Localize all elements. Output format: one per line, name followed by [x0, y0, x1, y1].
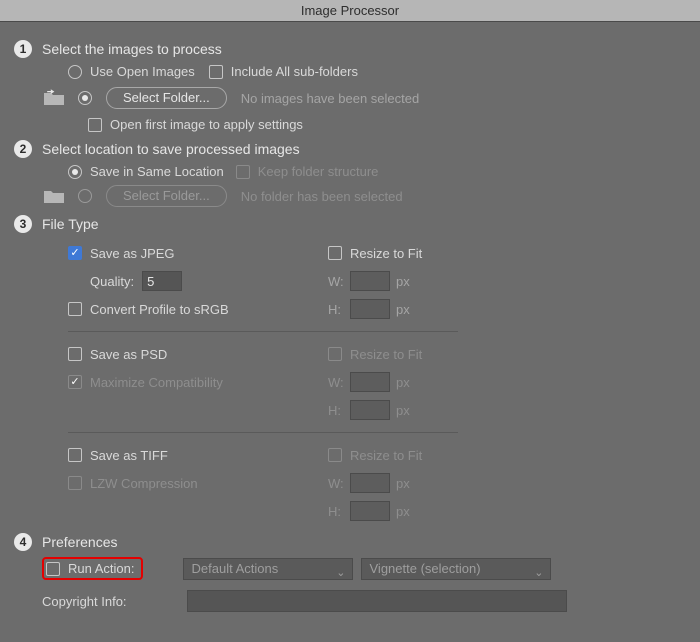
section2-title: Select location to save processed images	[42, 141, 300, 157]
jpeg-w-px: px	[396, 274, 410, 289]
chevron-down-icon: ⌄	[534, 563, 543, 583]
chevron-down-icon: ⌄	[336, 563, 345, 583]
tiff-h-px: px	[396, 504, 410, 519]
tiff-resize-check	[328, 448, 342, 462]
save-same-radio[interactable]	[68, 165, 82, 179]
open-first-label: Open first image to apply settings	[110, 117, 303, 132]
section-select-images: 1 Select the images to process Use Open …	[14, 40, 686, 132]
save-folder-button: Select Folder...	[106, 185, 227, 207]
tiff-resize-label: Resize to Fit	[350, 448, 422, 463]
run-action-check[interactable]	[46, 562, 60, 576]
jpeg-w-input	[350, 271, 390, 291]
folder-import-icon	[42, 89, 66, 107]
section-preferences: 4 Preferences Run Action: Default Action…	[14, 533, 686, 612]
jpeg-h-input	[350, 299, 390, 319]
psd-w-px: px	[396, 375, 410, 390]
save-psd-check[interactable]	[68, 347, 82, 361]
divider	[68, 432, 458, 433]
step-badge-1: 1	[14, 40, 32, 58]
save-psd-label: Save as PSD	[90, 347, 167, 362]
quality-label: Quality:	[90, 274, 134, 289]
psd-resize-label: Resize to Fit	[350, 347, 422, 362]
maxcompat-label: Maximize Compatibility	[90, 375, 223, 390]
psd-resize-check	[328, 347, 342, 361]
maxcompat-check	[68, 375, 82, 389]
psd-w-label: W:	[328, 375, 350, 390]
section1-title: Select the images to process	[42, 41, 222, 57]
tiff-h-input	[350, 501, 390, 521]
open-first-check[interactable]	[88, 118, 102, 132]
tiff-w-label: W:	[328, 476, 350, 491]
keep-struct-check	[236, 165, 250, 179]
tiff-w-input	[350, 473, 390, 493]
divider	[68, 331, 458, 332]
lzw-check	[68, 476, 82, 490]
quality-input[interactable]	[142, 271, 182, 291]
action-select[interactable]: Vignette (selection) ⌄	[361, 558, 551, 580]
jpeg-h-label: H:	[328, 302, 350, 317]
no-images-text: No images have been selected	[241, 91, 420, 106]
jpeg-resize-check[interactable]	[328, 246, 342, 260]
use-open-images-label: Use Open Images	[90, 64, 195, 79]
select-folder-button[interactable]: Select Folder...	[106, 87, 227, 109]
jpeg-h-px: px	[396, 302, 410, 317]
window-title: Image Processor	[0, 0, 700, 22]
save-tiff-label: Save as TIFF	[90, 448, 168, 463]
include-subfolders-check[interactable]	[209, 65, 223, 79]
action-set-value: Default Actions	[192, 561, 279, 576]
step-badge-3: 3	[14, 215, 32, 233]
use-open-images-radio[interactable]	[68, 65, 82, 79]
save-folder-radio[interactable]	[78, 189, 92, 203]
section4-title: Preferences	[42, 534, 117, 550]
section-save-location: 2 Select location to save processed imag…	[14, 140, 686, 207]
step-badge-4: 4	[14, 533, 32, 551]
save-tiff-check[interactable]	[68, 448, 82, 462]
select-folder-radio[interactable]	[78, 91, 92, 105]
section3-title: File Type	[42, 216, 99, 232]
psd-h-input	[350, 400, 390, 420]
lzw-label: LZW Compression	[90, 476, 198, 491]
tiff-w-px: px	[396, 476, 410, 491]
section-file-type: 3 File Type Save as JPEG Quality: Conver…	[14, 215, 686, 525]
action-set-select[interactable]: Default Actions ⌄	[183, 558, 353, 580]
srgb-check[interactable]	[68, 302, 82, 316]
srgb-label: Convert Profile to sRGB	[90, 302, 229, 317]
action-value: Vignette (selection)	[370, 561, 481, 576]
save-jpeg-label: Save as JPEG	[90, 246, 175, 261]
step-badge-2: 2	[14, 140, 32, 158]
copyright-label: Copyright Info:	[42, 594, 127, 609]
jpeg-w-label: W:	[328, 274, 350, 289]
psd-h-label: H:	[328, 403, 350, 418]
copyright-input[interactable]	[187, 590, 567, 612]
save-same-label: Save in Same Location	[90, 164, 224, 179]
run-action-highlight: Run Action:	[42, 557, 143, 580]
save-jpeg-check[interactable]	[68, 246, 82, 260]
folder-export-icon	[42, 187, 66, 205]
no-folder-text: No folder has been selected	[241, 189, 403, 204]
tiff-h-label: H:	[328, 504, 350, 519]
keep-struct-label: Keep folder structure	[258, 164, 379, 179]
jpeg-resize-label: Resize to Fit	[350, 246, 422, 261]
include-subfolders-label: Include All sub-folders	[231, 64, 358, 79]
run-action-label: Run Action:	[68, 561, 135, 576]
psd-w-input	[350, 372, 390, 392]
psd-h-px: px	[396, 403, 410, 418]
